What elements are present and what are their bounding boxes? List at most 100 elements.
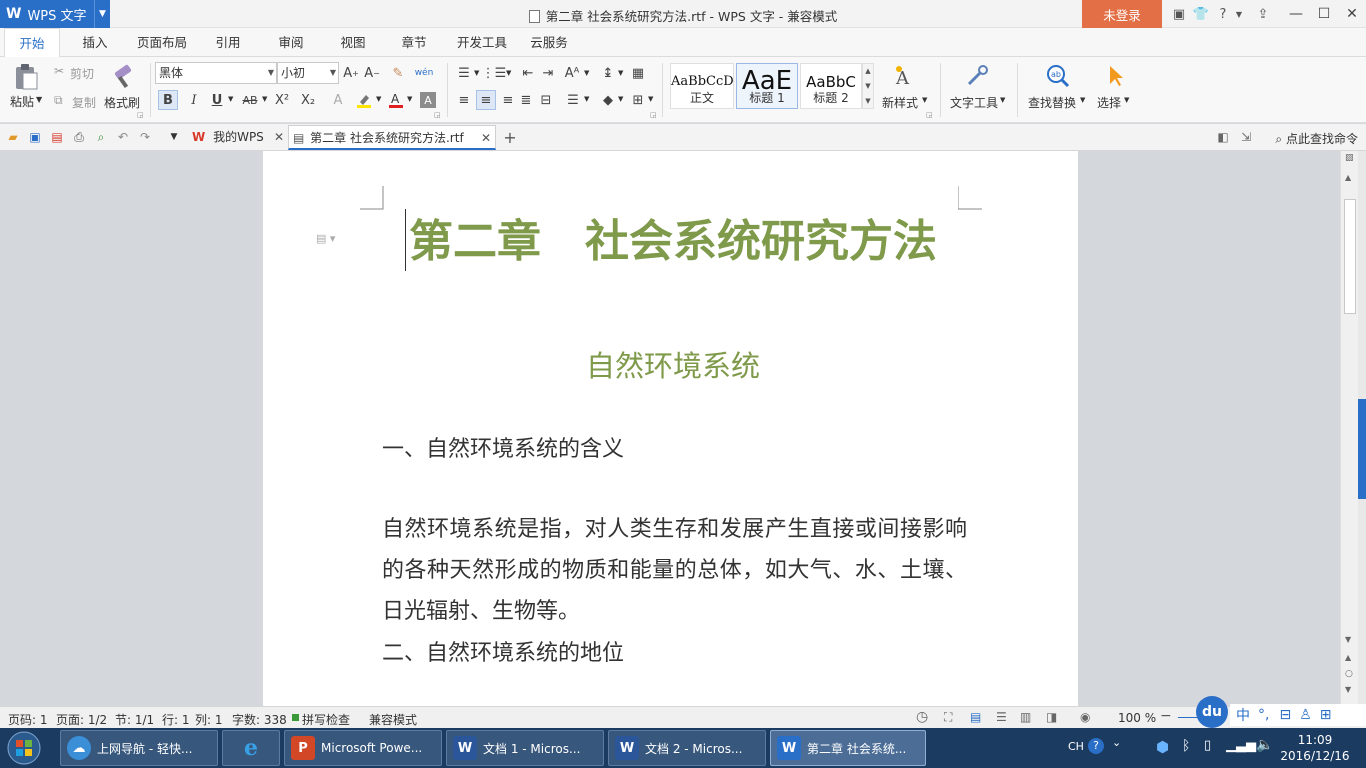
subscript-button[interactable]: X₂ bbox=[298, 90, 318, 110]
user-icon[interactable]: ♙ bbox=[1299, 707, 1312, 723]
device-icon[interactable]: ▯ bbox=[1204, 738, 1211, 753]
status-column[interactable]: 列: 1 bbox=[195, 711, 223, 728]
chevron-down-icon[interactable]: ▼ bbox=[584, 69, 589, 77]
underline-button[interactable]: U bbox=[207, 90, 227, 110]
taskbar-item-powerpoint[interactable]: P Microsoft Powe... bbox=[284, 730, 442, 766]
login-button[interactable]: 未登录 bbox=[1082, 0, 1162, 28]
redo-icon[interactable]: ↷ bbox=[137, 129, 153, 145]
dialog-launcher-icon[interactable]: ◲ bbox=[137, 111, 144, 119]
new-tab-icon[interactable]: + bbox=[502, 128, 518, 147]
format-painter-icon[interactable] bbox=[110, 63, 136, 91]
zoom-slider[interactable] bbox=[1178, 717, 1198, 718]
skin-icon[interactable]: ▣ bbox=[1168, 7, 1190, 22]
document-page[interactable]: 第二章 社会系统研究方法 自然环境系统 一、自然环境系统的含义 自然环境系统是指… bbox=[263, 151, 1078, 706]
document-subtitle[interactable]: 自然环境系统 bbox=[408, 343, 938, 385]
export-pdf-icon[interactable]: ▤ bbox=[49, 129, 65, 145]
browse-object-icon[interactable]: ○ bbox=[1345, 669, 1353, 679]
network-icon[interactable]: ▁▃▅ bbox=[1226, 738, 1256, 753]
share-icon[interactable]: ⇪ bbox=[1252, 7, 1274, 22]
tab-chapter[interactable]: 章节 bbox=[391, 28, 437, 57]
close-button[interactable]: ✕ bbox=[1338, 0, 1366, 28]
text-effect-icon[interactable]: A bbox=[328, 90, 348, 110]
chevron-down-icon[interactable]: ▼ bbox=[36, 95, 42, 104]
prev-page-icon[interactable]: ▲ bbox=[1345, 653, 1351, 662]
text-tools-button[interactable]: 文字工具 bbox=[950, 94, 998, 111]
print-preview-icon[interactable]: ⌕ bbox=[93, 129, 109, 145]
status-page[interactable]: 页面: 1/2 bbox=[56, 711, 107, 728]
document-area[interactable]: 第二章 社会系统研究方法 自然环境系统 一、自然环境系统的含义 自然环境系统是指… bbox=[0, 151, 1340, 706]
superscript-button[interactable]: X² bbox=[272, 90, 292, 110]
tab-developer[interactable]: 开发工具 bbox=[450, 28, 514, 57]
bullet-list-icon[interactable]: ☰ bbox=[454, 63, 474, 83]
clear-format-icon[interactable]: ✎ bbox=[388, 63, 408, 83]
table-icon[interactable]: ▦ bbox=[628, 63, 648, 83]
style-normal[interactable]: AaBbCcD 正文 bbox=[670, 63, 734, 109]
chevron-down-icon[interactable]: ▼ bbox=[262, 95, 267, 103]
scroll-up-icon[interactable]: ▲ bbox=[1345, 173, 1351, 182]
status-row[interactable]: 行: 1 bbox=[162, 711, 190, 728]
zoom-level[interactable]: 100 % bbox=[1118, 711, 1156, 725]
maximize-button[interactable]: ☐ bbox=[1310, 0, 1338, 28]
align-center-icon[interactable]: ≡ bbox=[476, 90, 496, 110]
decrease-indent-icon[interactable]: ⇤ bbox=[518, 63, 538, 83]
find-replace-button[interactable]: 查找替换 bbox=[1028, 94, 1076, 111]
section-heading-2[interactable]: 二、自然环境系统的地位 bbox=[382, 635, 624, 667]
select-cursor-icon[interactable] bbox=[1104, 63, 1128, 89]
bluetooth-icon[interactable]: ᛒ bbox=[1182, 738, 1190, 754]
increase-indent-icon[interactable]: ⇥ bbox=[538, 63, 558, 83]
open-folder-icon[interactable]: ▰ bbox=[5, 129, 21, 145]
help-icon[interactable]: ? bbox=[1212, 7, 1234, 22]
font-color-icon[interactable]: A bbox=[386, 90, 406, 110]
taskbar-item-wps[interactable]: W 第二章 社会系统... bbox=[770, 730, 926, 766]
tab-insert[interactable]: 插入 bbox=[70, 28, 120, 57]
text-tools-icon[interactable] bbox=[964, 63, 990, 89]
split-icon[interactable]: ▨ bbox=[1345, 153, 1354, 163]
undo-icon[interactable]: ↶ bbox=[115, 129, 131, 145]
chevron-down-icon[interactable]: ▼ bbox=[228, 95, 233, 103]
reading-view-icon[interactable]: ◨ bbox=[1046, 710, 1057, 724]
tab-home[interactable]: 开始 bbox=[4, 28, 60, 58]
new-style-button[interactable]: 新样式 bbox=[882, 94, 918, 111]
chevron-down-icon[interactable]: ▼ bbox=[1080, 96, 1085, 104]
font-name-select[interactable]: 黑体 ▼ bbox=[155, 62, 277, 84]
bold-button[interactable]: B bbox=[158, 90, 178, 110]
start-button[interactable] bbox=[4, 730, 44, 766]
box-icon[interactable]: ⬢ bbox=[1156, 738, 1169, 756]
chevron-down-icon[interactable]: ▼ bbox=[618, 95, 623, 103]
vertical-scrollbar[interactable]: ▨ ▲ ▼ ▲ ○ ▼ bbox=[1340, 151, 1358, 706]
ime-settings-icon[interactable]: ⌄ bbox=[1112, 736, 1121, 749]
web-view-icon[interactable]: ▥ bbox=[1020, 710, 1031, 724]
chevron-down-icon[interactable]: ▼ bbox=[94, 0, 110, 28]
status-page-code[interactable]: 页码: 1 bbox=[8, 711, 48, 728]
highlight-icon[interactable] bbox=[354, 90, 374, 110]
new-style-icon[interactable]: A bbox=[892, 63, 918, 89]
status-section[interactable]: 节: 1/1 bbox=[115, 711, 154, 728]
shirt-icon[interactable]: 👕 bbox=[1190, 7, 1212, 22]
tab-cloud[interactable]: 云服务 bbox=[522, 28, 576, 57]
chevron-down-icon[interactable]: ▼ bbox=[474, 69, 479, 77]
chevron-down-icon[interactable]: ▼ bbox=[1000, 96, 1005, 104]
spell-check-button[interactable]: 拼写检查 bbox=[302, 711, 350, 728]
app-menu-button[interactable]: W WPS 文字 ▼ bbox=[0, 0, 110, 28]
input-language[interactable]: CH bbox=[1068, 740, 1084, 753]
history-icon[interactable]: ◷ bbox=[916, 709, 928, 725]
taskbar-item-word-2[interactable]: W 文档 2 - Micros... bbox=[608, 730, 766, 766]
chevron-down-icon[interactable]: ▼ bbox=[407, 95, 412, 103]
styles-scroller[interactable]: ▲ ▼ ▼ bbox=[862, 63, 874, 109]
paste-icon[interactable] bbox=[12, 63, 40, 91]
italic-button[interactable]: I bbox=[184, 90, 204, 110]
tab-review[interactable]: 审阅 bbox=[268, 28, 314, 57]
align-right-icon[interactable]: ≡ bbox=[498, 90, 518, 110]
line-spacing-icon[interactable]: ☰ bbox=[563, 90, 583, 110]
section-heading-1[interactable]: 一、自然环境系统的含义 bbox=[382, 431, 624, 463]
chevron-down-icon[interactable]: ▼ bbox=[1124, 96, 1129, 104]
find-replace-icon[interactable]: ab bbox=[1044, 63, 1072, 89]
taskbar-item-ie[interactable]: e bbox=[222, 730, 280, 766]
style-heading-2[interactable]: AaBbC 标题 2 bbox=[800, 63, 862, 109]
help-icon[interactable]: ? bbox=[1088, 738, 1104, 754]
strikethrough-button[interactable]: AB bbox=[238, 90, 262, 110]
format-painter-button[interactable]: 格式刷 bbox=[104, 94, 140, 111]
toolbox-icon[interactable]: ⊟ bbox=[1279, 707, 1291, 723]
dialog-launcher-icon[interactable]: ◲ bbox=[926, 111, 933, 119]
select-button[interactable]: 选择 bbox=[1097, 94, 1121, 111]
